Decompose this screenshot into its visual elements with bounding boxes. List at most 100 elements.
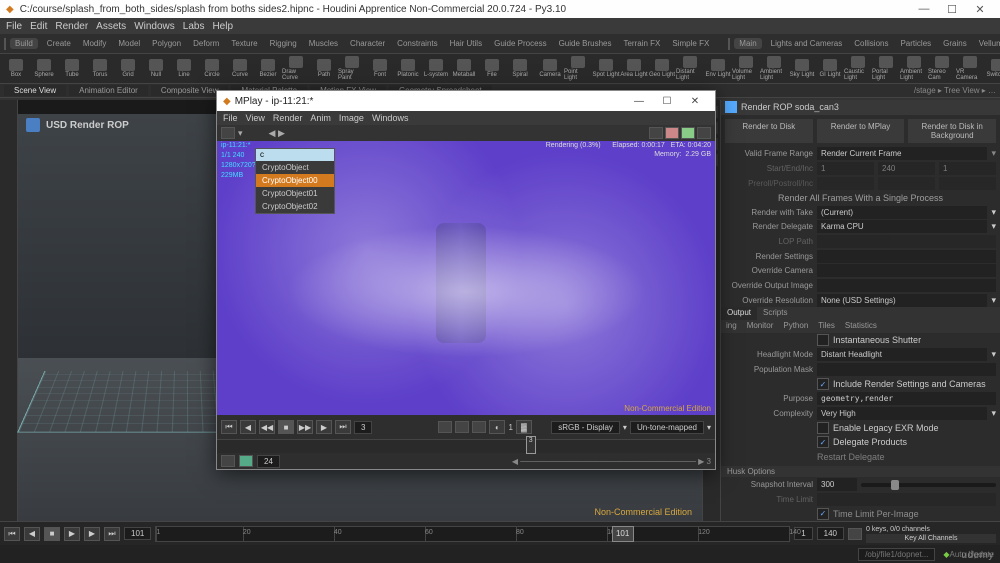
menu-item-windows[interactable]: Windows: [372, 113, 409, 123]
menu-item-file[interactable]: File: [6, 21, 22, 32]
status-path[interactable]: /obj/file1/dopnet...: [858, 548, 935, 561]
end-frame[interactable]: 140: [817, 527, 844, 540]
aov-dropdown[interactable]: c CryptoObjectCryptoObject00CryptoObject…: [255, 148, 335, 214]
take-select[interactable]: (Current): [817, 206, 987, 219]
override-res[interactable]: None (USD Settings): [817, 294, 987, 307]
main-toggle-icon[interactable]: [728, 38, 730, 50]
vp-tab-scene-view[interactable]: Scene View: [4, 85, 66, 96]
tool-font[interactable]: Font: [366, 56, 394, 82]
tool-caustic-light[interactable]: Caustic Light: [844, 56, 872, 82]
aov-option-cryptoobject[interactable]: CryptoObject: [256, 161, 334, 174]
tl-last-button[interactable]: ⏭: [104, 527, 120, 541]
tool-line[interactable]: Line: [170, 56, 198, 82]
tab-texture[interactable]: Texture: [226, 38, 262, 49]
shelf-toggle-icon[interactable]: [4, 38, 6, 50]
tool-path[interactable]: Path: [310, 56, 338, 82]
tool-camera[interactable]: Camera: [536, 56, 564, 82]
playhead[interactable]: 101: [612, 526, 634, 542]
tl-prev-button[interactable]: ◀: [24, 527, 40, 541]
shelf-tools[interactable]: BoxSphereTubeTorusGridNullLineCircleCurv…: [0, 54, 1000, 84]
mplay-max-button[interactable]: ☐: [653, 96, 681, 107]
tab-simple-fx[interactable]: Simple FX: [667, 38, 714, 49]
tab-character[interactable]: Character: [345, 38, 390, 49]
menu-item-labs[interactable]: Labs: [183, 21, 205, 32]
tool-bezier[interactable]: Bezier: [254, 56, 282, 82]
snapshot-interval[interactable]: 300: [817, 478, 857, 491]
aov-select[interactable]: [221, 127, 235, 139]
tab-hair-utils[interactable]: Hair Utils: [445, 38, 487, 49]
frame-range-select[interactable]: Render Current Frame: [817, 147, 987, 160]
menu-item-help[interactable]: Help: [212, 21, 233, 32]
next-frame-button[interactable]: ▶: [316, 420, 332, 434]
mplay-window[interactable]: ◆ MPlay - ip-11:21:* — ☐ ✕ FileViewRende…: [216, 90, 716, 470]
fps-field[interactable]: 24: [257, 455, 280, 468]
mplay-menubar[interactable]: FileViewRenderAnimImageWindows: [217, 111, 715, 125]
render-buttons[interactable]: Render to DiskRender to MPlayRender to D…: [721, 115, 1000, 147]
minimize-button[interactable]: —: [910, 3, 938, 15]
tab-rigging[interactable]: Rigging: [265, 38, 302, 49]
render-btn-render-to-mplay[interactable]: Render to MPlay: [817, 119, 905, 143]
menu-item-anim[interactable]: Anim: [310, 113, 331, 123]
tab-grains[interactable]: Grains: [938, 38, 972, 49]
tool-file[interactable]: File: [478, 56, 506, 82]
tool-ambient-light[interactable]: Ambient Light: [760, 56, 788, 82]
mplay-play-icon[interactable]: [681, 127, 695, 139]
render-btn-render-to-disk[interactable]: Render to Disk: [725, 119, 813, 143]
mplay-frame[interactable]: 3: [354, 421, 372, 434]
tool-env-light[interactable]: Env Light: [704, 56, 732, 82]
tool-spray-paint[interactable]: Spray Paint: [338, 56, 366, 82]
main-tab[interactable]: Main: [734, 38, 761, 49]
tool-sphere[interactable]: Sphere: [30, 56, 58, 82]
tab-model[interactable]: Model: [113, 38, 145, 49]
first-frame-button[interactable]: ⏮: [221, 420, 237, 434]
left-toolstrip[interactable]: [0, 100, 18, 521]
tool-grid[interactable]: Grid: [114, 56, 142, 82]
tab-modify[interactable]: Modify: [78, 38, 112, 49]
render-btn-render-to-disk-in-background[interactable]: Render to Disk in Background: [908, 119, 996, 143]
tab-deform[interactable]: Deform: [188, 38, 224, 49]
tool-null[interactable]: Null: [142, 56, 170, 82]
tool-portal-light[interactable]: Portal Light: [872, 56, 900, 82]
legacy-exr-check[interactable]: [817, 422, 829, 434]
tool-l-system[interactable]: L-system: [422, 56, 450, 82]
complexity-select[interactable]: Very High: [817, 407, 987, 420]
tab-lights-and-cameras[interactable]: Lights and Cameras: [766, 38, 848, 49]
tab-polygon[interactable]: Polygon: [147, 38, 186, 49]
main-menubar[interactable]: FileEditRenderAssetsWindowsLabsHelp: [0, 18, 1000, 34]
timeline[interactable]: ⏮ ◀ ■ ▶ ▶ ⏭ 101 120406080100120140101 1 …: [0, 521, 1000, 545]
tl-next-button[interactable]: ▶: [84, 527, 100, 541]
tab-guide-brushes[interactable]: Guide Brushes: [554, 38, 617, 49]
menu-item-render[interactable]: Render: [273, 113, 303, 123]
tool-stereo-cam[interactable]: Stereo Cam: [928, 56, 956, 82]
aov-option-cryptoobject00[interactable]: CryptoObject00: [256, 174, 334, 187]
maximize-button[interactable]: ☐: [938, 3, 966, 16]
purpose-field[interactable]: geometry,render: [817, 392, 996, 405]
output-tabs[interactable]: OutputScripts: [721, 307, 1000, 320]
tl-play-button[interactable]: ▶: [64, 527, 80, 541]
tab-vellum[interactable]: Vellum: [974, 38, 1000, 49]
tool-curve[interactable]: Curve: [226, 56, 254, 82]
tool-metaball[interactable]: Metaball: [450, 56, 478, 82]
menu-item-render[interactable]: Render: [55, 21, 88, 32]
play-fwd-button[interactable]: ▶▶: [297, 420, 313, 434]
aov-option-cryptoobject02[interactable]: CryptoObject02: [256, 200, 334, 213]
delegate-select[interactable]: Karma CPU: [817, 220, 987, 233]
mplay-close-button[interactable]: ✕: [681, 96, 709, 107]
tab-particles[interactable]: Particles: [895, 38, 936, 49]
mplay-home-icon[interactable]: [649, 127, 663, 139]
tab-create[interactable]: Create: [42, 38, 76, 49]
menu-item-image[interactable]: Image: [339, 113, 364, 123]
mplay-timeline[interactable]: 3: [217, 439, 715, 453]
menu-item-assets[interactable]: Assets: [96, 21, 126, 32]
tool-spot-light[interactable]: Spot Light: [592, 56, 620, 82]
tool-circle[interactable]: Circle: [198, 56, 226, 82]
delegate-prod-check[interactable]: ✓: [817, 436, 829, 448]
snapshot-slider[interactable]: [861, 483, 996, 487]
shelf-tabs[interactable]: Build CreateModifyModelPolygonDeformText…: [0, 34, 1000, 54]
tool-tube[interactable]: Tube: [58, 56, 86, 82]
mplay-record-icon[interactable]: [665, 127, 679, 139]
realtime-icon[interactable]: [239, 455, 253, 467]
render-settings[interactable]: [817, 250, 996, 263]
tab-ing[interactable]: ing: [721, 320, 742, 333]
build-tab[interactable]: Build: [10, 38, 38, 49]
